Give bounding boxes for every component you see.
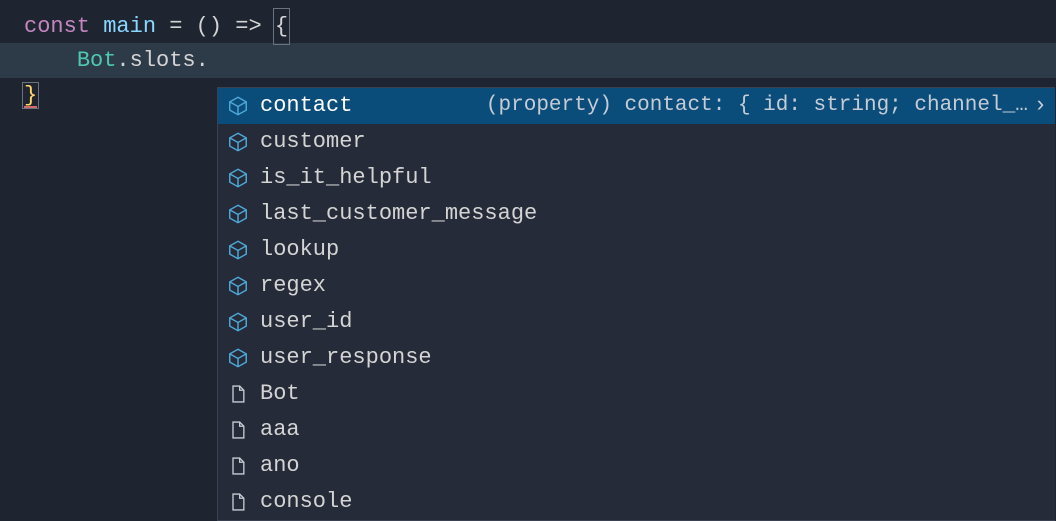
autocomplete-item-aaa[interactable]: aaa xyxy=(218,412,1055,448)
code-line-2-current: Bot.slots. xyxy=(0,43,1056,78)
ident-bot: Bot xyxy=(77,48,117,73)
property-icon xyxy=(226,94,250,118)
autocomplete-popup[interactable]: contact (property) contact: { id: string;… xyxy=(217,87,1055,521)
property-icon xyxy=(226,346,250,370)
property-icon xyxy=(226,274,250,298)
autocomplete-label: aaa xyxy=(260,412,300,447)
autocomplete-item-Bot[interactable]: Bot xyxy=(218,376,1055,412)
arrow: => xyxy=(235,14,261,39)
autocomplete-detail: (property) contact: { id: string; channe… xyxy=(486,89,1028,123)
autocomplete-label: regex xyxy=(260,268,326,303)
property-icon xyxy=(226,310,250,334)
autocomplete-label: contact xyxy=(260,88,352,123)
chevron-right-icon[interactable]: › xyxy=(1034,88,1047,123)
property-icon xyxy=(226,130,250,154)
autocomplete-label: last_customer_message xyxy=(260,196,537,231)
close-brace-highlight: } xyxy=(22,82,39,109)
autocomplete-label: console xyxy=(260,484,352,519)
property-icon xyxy=(226,166,250,190)
file-icon xyxy=(226,418,250,442)
dot: . xyxy=(116,48,129,73)
autocomplete-label: customer xyxy=(260,124,366,159)
autocomplete-item-is_it_helpful[interactable]: is_it_helpful xyxy=(218,160,1055,196)
autocomplete-item-ano[interactable]: ano xyxy=(218,448,1055,484)
dot-trigger: . xyxy=(196,48,209,73)
autocomplete-item-console[interactable]: console xyxy=(218,484,1055,520)
indent xyxy=(24,48,77,73)
autocomplete-label: is_it_helpful xyxy=(260,160,432,195)
ident-main: main xyxy=(90,14,169,39)
open-brace: { xyxy=(273,8,290,45)
autocomplete-label: ano xyxy=(260,448,300,483)
file-icon xyxy=(226,382,250,406)
ident-slots: slots xyxy=(130,48,196,73)
params: () xyxy=(182,14,235,39)
autocomplete-item-user_id[interactable]: user_id xyxy=(218,304,1055,340)
file-icon xyxy=(226,454,250,478)
autocomplete-label: Bot xyxy=(260,376,300,411)
code-line-1: const main = () => { xyxy=(24,8,1056,43)
property-icon xyxy=(226,238,250,262)
autocomplete-label: user_id xyxy=(260,304,352,339)
property-icon xyxy=(226,202,250,226)
autocomplete-label: lookup xyxy=(260,232,339,267)
autocomplete-item-last_customer_message[interactable]: last_customer_message xyxy=(218,196,1055,232)
equals: = xyxy=(169,14,182,39)
autocomplete-item-lookup[interactable]: lookup xyxy=(218,232,1055,268)
autocomplete-item-contact[interactable]: contact (property) contact: { id: string;… xyxy=(218,88,1055,124)
keyword-const: const xyxy=(24,14,90,39)
autocomplete-label: user_response xyxy=(260,340,432,375)
autocomplete-item-regex[interactable]: regex xyxy=(218,268,1055,304)
close-brace: } xyxy=(24,86,37,108)
autocomplete-item-user_response[interactable]: user_response xyxy=(218,340,1055,376)
file-icon xyxy=(226,490,250,514)
autocomplete-item-customer[interactable]: customer xyxy=(218,124,1055,160)
